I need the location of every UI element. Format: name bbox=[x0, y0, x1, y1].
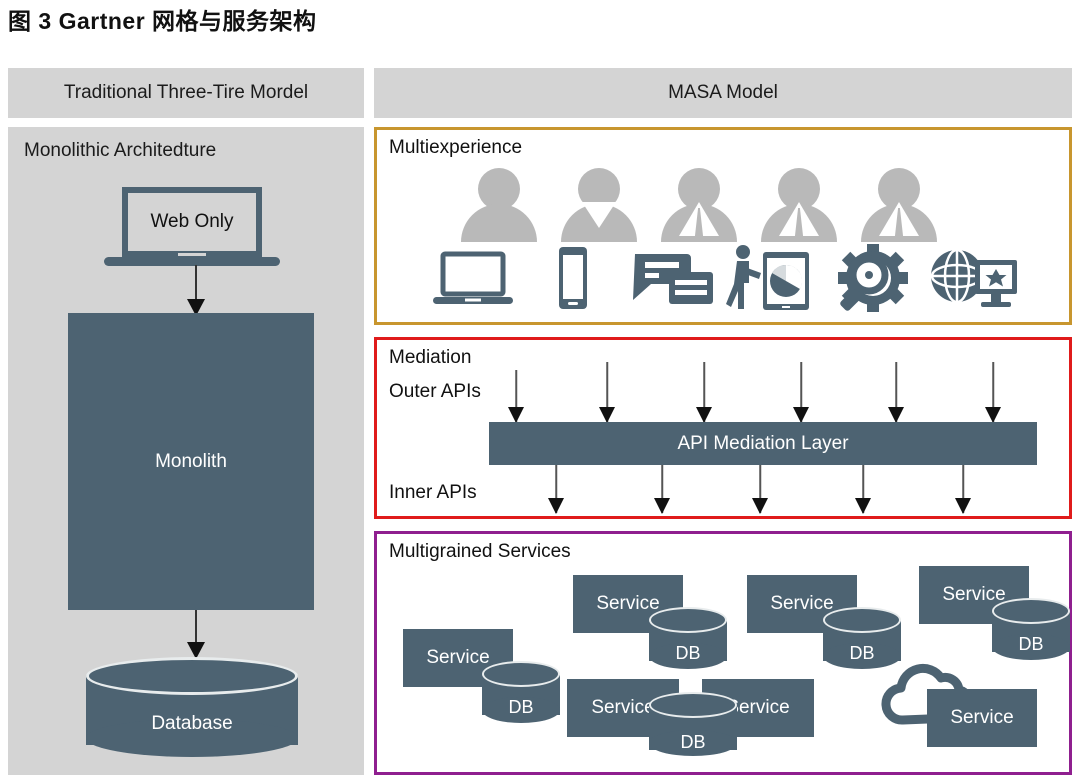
database-label: Database bbox=[151, 713, 233, 734]
service-node-2-db: DB bbox=[649, 607, 727, 673]
service-label: Service bbox=[426, 647, 490, 668]
inner-api-arrow-5 bbox=[955, 465, 971, 514]
laptop-icon bbox=[425, 242, 521, 314]
persona-vneck-2 bbox=[561, 168, 637, 242]
globe-monitor-icon bbox=[925, 242, 1021, 314]
persona-suit-4 bbox=[761, 168, 837, 242]
cylinder-top bbox=[992, 598, 1070, 624]
inner-api-arrow-4 bbox=[855, 465, 871, 514]
monolith-block: Monolith bbox=[68, 313, 314, 610]
chat-bubbles-icon-svg bbox=[633, 254, 713, 304]
web-only-label: Web Only bbox=[150, 211, 234, 232]
column-header-masa-label: MASA Model bbox=[668, 82, 778, 103]
cylinder-top bbox=[649, 607, 727, 633]
laptop-icon: Web Only bbox=[104, 187, 280, 266]
arrow-head bbox=[855, 498, 871, 514]
multigrained-services-panel: Multigrained Services Service DB Service… bbox=[374, 531, 1072, 775]
inner-apis-label: Inner APIs bbox=[389, 482, 477, 503]
cylinder-top bbox=[649, 692, 737, 718]
database-cylinder-icon: Database bbox=[86, 657, 298, 759]
arrow-web-to-monolith bbox=[186, 265, 206, 316]
inner-api-arrow-2 bbox=[654, 465, 670, 514]
multigrained-services-title: Multigrained Services bbox=[389, 541, 571, 562]
outer-api-arrow-4 bbox=[793, 362, 809, 423]
service-node-6-box: Service bbox=[927, 689, 1037, 747]
arrow-head bbox=[508, 407, 524, 423]
mediation-panel: Mediation Outer APIs Inner APIs API Medi… bbox=[374, 337, 1072, 519]
arrow-head bbox=[654, 498, 670, 514]
db-label: DB bbox=[508, 697, 534, 717]
outer-api-arrow-2 bbox=[599, 362, 615, 423]
api-mediation-layer-bar: API Mediation Layer bbox=[489, 422, 1037, 465]
laptop-screen: Web Only bbox=[122, 187, 262, 251]
laptop-notch bbox=[178, 253, 206, 256]
arrow-head bbox=[985, 407, 1001, 423]
outer-apis-label: Outer APIs bbox=[389, 381, 481, 402]
service-label: Service bbox=[950, 707, 1014, 728]
page-title: 图 3 Gartner 网格与服务架构 bbox=[8, 8, 317, 34]
laptop-icon-svg bbox=[433, 251, 513, 304]
mediation-title: Mediation bbox=[389, 347, 472, 368]
gear-magnifier-icon bbox=[825, 242, 921, 314]
chat-bubbles-icon bbox=[625, 242, 721, 314]
arrow-monolith-to-database bbox=[186, 610, 206, 659]
cylinder-top bbox=[482, 661, 560, 687]
globe-monitor-icon-svg bbox=[930, 248, 1017, 307]
monolith-label: Monolith bbox=[155, 450, 227, 472]
outer-api-arrow-5 bbox=[888, 362, 904, 423]
column-header-traditional: Traditional Three-Tire Mordel bbox=[8, 68, 364, 118]
db-label: DB bbox=[675, 643, 701, 663]
gear-magnifier-icon-svg bbox=[838, 244, 908, 312]
arrow-head bbox=[888, 407, 904, 423]
cylinder-top bbox=[823, 607, 901, 633]
persona-plain-1 bbox=[461, 168, 537, 242]
figure-canvas: 图 3 Gartner 网格与服务架构 Traditional Three-Ti… bbox=[0, 0, 1080, 782]
traditional-architecture-panel: Monolithic Architedture Web Only Monolit… bbox=[8, 127, 364, 775]
db-label: DB bbox=[680, 732, 706, 752]
persona-suit-3 bbox=[661, 168, 737, 242]
arrow-head bbox=[548, 498, 564, 514]
persona-suit-5 bbox=[861, 168, 937, 242]
service-node-4-db: DB bbox=[992, 598, 1070, 664]
outer-api-arrow-6 bbox=[985, 362, 1001, 423]
arrow-head bbox=[752, 498, 768, 514]
arrow-head bbox=[599, 407, 615, 423]
person-analytics-tablet-icon-svg bbox=[726, 245, 809, 310]
service-node-5-db: DB bbox=[649, 692, 737, 762]
column-header-traditional-label: Traditional Three-Tire Mordel bbox=[63, 82, 309, 103]
multiexperience-title: Multiexperience bbox=[389, 137, 523, 158]
mobile-phone-icon-svg bbox=[559, 247, 587, 309]
arrow-head bbox=[955, 498, 971, 514]
api-mediation-layer-label: API Mediation Layer bbox=[677, 432, 849, 454]
arrow-head bbox=[696, 407, 712, 423]
outer-api-arrow-3 bbox=[696, 362, 712, 423]
service-node-3-db: DB bbox=[823, 607, 901, 673]
db-label: DB bbox=[1018, 634, 1044, 654]
inner-api-arrow-3 bbox=[752, 465, 768, 514]
column-header-masa: MASA Model bbox=[374, 68, 1072, 118]
persona-body bbox=[461, 204, 537, 242]
inner-api-arrow-1 bbox=[548, 465, 564, 514]
db-label: DB bbox=[849, 643, 875, 663]
persona-row bbox=[377, 168, 1069, 243]
device-row bbox=[377, 242, 1069, 314]
monolithic-architecture-title: Monolithic Architedture bbox=[24, 140, 217, 161]
outer-api-arrow-1 bbox=[508, 370, 524, 423]
service-label: Service bbox=[591, 697, 655, 718]
service-node-1-db: DB bbox=[482, 661, 560, 727]
person-analytics-tablet-icon bbox=[725, 242, 821, 314]
arrow-head bbox=[793, 407, 809, 423]
multiexperience-panel: Multiexperience bbox=[374, 127, 1072, 325]
cylinder-top bbox=[86, 657, 298, 695]
mobile-phone-icon bbox=[525, 242, 621, 314]
